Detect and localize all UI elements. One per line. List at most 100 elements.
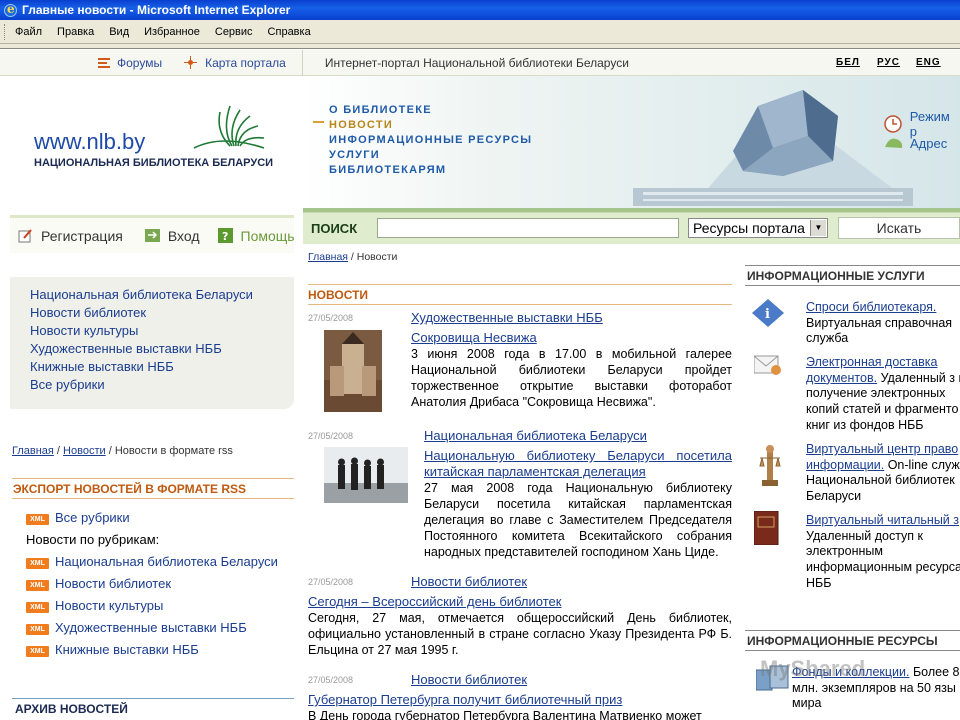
menu-help[interactable]: Справка xyxy=(268,26,311,38)
info-resources-title: ИНФОРМАЦИОННЫЕ РЕСУРСЫ xyxy=(747,634,938,648)
news-text: 27 мая 2008 года Национальную библиотеку… xyxy=(424,481,732,559)
news-rubric-link[interactable]: Художественные выставки НББ xyxy=(411,310,603,325)
news-date: 27/05/2008 xyxy=(308,577,354,587)
list-icon xyxy=(98,58,110,68)
address-link[interactable]: Адрес xyxy=(884,135,947,151)
info-service-item: Виртуальный центр право информации. On-l… xyxy=(806,442,960,504)
rss-top-line xyxy=(12,478,294,479)
rss-all-link[interactable]: XML Все рубрики xyxy=(26,510,130,525)
rss-by-rubric-label: Новости по рубрикам: xyxy=(26,532,160,547)
window-title: Главные новости - Microsoft Internet Exp… xyxy=(22,3,291,17)
nav-librarians[interactable]: БИБЛИОТЕКАРЯМ xyxy=(329,164,446,176)
nav-news[interactable]: НОВОСТИ xyxy=(329,119,393,131)
rubric-item[interactable]: Новости библиотек xyxy=(30,305,146,320)
rss-title: ЭКСПОРТ НОВОСТЕЙ В ФОРМАТЕ RSS xyxy=(13,482,247,496)
breadcrumb-home[interactable]: Главная xyxy=(308,251,348,263)
lang-rus[interactable]: РУС xyxy=(877,57,900,68)
search-label: ПОИСК xyxy=(311,221,358,236)
breadcrumb-current: Новости в формате rss xyxy=(114,445,233,457)
rss-feed-link[interactable]: XML Новости библиотек xyxy=(26,576,171,591)
help-link[interactable]: ? Помощь xyxy=(217,228,295,244)
news-headline-link[interactable]: Сегодня – Всероссийский день библиотек xyxy=(308,594,561,609)
rss-feed-link[interactable]: XML Национальная библиотека Беларуси xyxy=(26,554,278,569)
menu-favorites[interactable]: Избранное xyxy=(144,26,200,38)
breadcrumb-home[interactable]: Главная xyxy=(12,445,54,457)
pencil-icon xyxy=(18,229,32,243)
rubric-item[interactable]: Книжные выставки НББ xyxy=(30,359,174,374)
lang-bel[interactable]: БЕЛ xyxy=(836,57,860,68)
news-rubric-link[interactable]: Новости библиотек xyxy=(411,672,527,687)
virtual-reading-room-link[interactable]: Виртуальный читальный з xyxy=(806,513,959,527)
rubric-item[interactable]: Все рубрики xyxy=(30,377,105,392)
sitemap-link[interactable]: Карта портала xyxy=(184,56,286,70)
info-services-title: ИНФОРМАЦИОННЫЕ УСЛУГИ xyxy=(747,269,925,283)
lang-eng[interactable]: ENG xyxy=(916,57,941,68)
info-service-item: Спроси библиотекаря. Виртуальная справоч… xyxy=(806,300,953,346)
sitemap-icon xyxy=(184,56,198,69)
portal-topbar: Форумы Карта портала Интернет-портал Нац… xyxy=(0,49,960,76)
info-resources-top-line xyxy=(745,630,960,631)
nav-active-marker xyxy=(313,121,324,123)
register-link[interactable]: Регистрация xyxy=(18,228,123,244)
news-rubric-link[interactable]: Новости библиотек xyxy=(411,574,527,589)
menu-bar: Файл Правка Вид Избранное Сервис Справка xyxy=(0,20,960,44)
rubric-item[interactable]: Художественные выставки НББ xyxy=(30,341,222,356)
nesvizh-castle-photo[interactable] xyxy=(324,330,382,412)
xml-badge-icon: XML xyxy=(26,514,49,525)
news-text: Сегодня, 27 мая, отмечается общероссийск… xyxy=(308,611,732,657)
search-scope-select[interactable]: Ресурсы портала ▼ xyxy=(688,218,828,238)
logo-url[interactable]: www.nlb.by xyxy=(34,129,145,155)
news-headline-link[interactable]: Сокровища Несвижа xyxy=(411,330,537,345)
rubric-list: Национальная библиотека Беларуси Новости… xyxy=(10,277,294,409)
menu-file[interactable]: Файл xyxy=(15,26,42,38)
open-book-logo-icon xyxy=(193,105,265,149)
rss-feed-link[interactable]: XML Новости культуры xyxy=(26,598,163,613)
ie-icon xyxy=(4,2,17,17)
xml-badge-icon: XML xyxy=(26,624,49,635)
envelope-icon xyxy=(754,355,781,375)
window-titlebar: Главные новости - Microsoft Internet Exp… xyxy=(0,0,960,20)
rss-feed-link[interactable]: XML Книжные выставки НББ xyxy=(26,642,199,657)
info-services-bottom-line xyxy=(745,285,960,286)
help-icon: ? xyxy=(217,228,233,243)
news-bottom-line xyxy=(308,304,732,305)
xml-badge-icon: XML xyxy=(26,646,49,657)
breadcrumb-news[interactable]: Новости xyxy=(63,445,106,457)
nav-about[interactable]: О БИБЛИОТЕКЕ xyxy=(329,104,432,116)
search-input[interactable] xyxy=(377,218,679,238)
news-headline-link[interactable]: Губернатор Петербурга получит библиотечн… xyxy=(308,692,622,707)
menu-tools[interactable]: Сервис xyxy=(215,26,253,38)
left-breadcrumb: Главная / Новости / Новости в формате rs… xyxy=(12,445,233,457)
search-button[interactable]: Искать xyxy=(838,217,960,239)
main-breadcrumb: Главная / Новости xyxy=(308,251,398,263)
news-headline-link[interactable]: Национальную библиотеку Беларуси посетил… xyxy=(424,448,732,480)
xml-badge-icon: XML xyxy=(26,558,49,569)
map-icon xyxy=(885,138,903,148)
login-icon xyxy=(144,229,160,242)
archive-title[interactable]: АРХИВ НОВОСТЕЙ xyxy=(15,702,128,716)
toolbar-grip xyxy=(4,23,7,40)
nav-resources[interactable]: ИНФОРМАЦИОННЫЕ РЕСУРСЫ xyxy=(329,134,532,146)
menu-edit[interactable]: Правка xyxy=(57,26,94,38)
info-service-item: Электронная доставка документов. Удаленн… xyxy=(806,355,960,432)
delegation-photo[interactable] xyxy=(324,447,408,503)
info-services-top-line xyxy=(745,265,960,266)
login-link[interactable]: Вход xyxy=(144,228,200,244)
xml-badge-icon: XML xyxy=(26,580,49,591)
rubric-item[interactable]: Новости культуры xyxy=(30,323,138,338)
nav-services[interactable]: УСЛУГИ xyxy=(329,149,380,161)
portal-title: Интернет-портал Национальной библиотеки … xyxy=(324,55,629,70)
svg-text:?: ? xyxy=(222,230,228,243)
news-rubric-link[interactable]: Национальная библиотека Беларуси xyxy=(424,428,647,443)
menu-view[interactable]: Вид xyxy=(109,26,129,38)
dropdown-arrow-icon[interactable]: ▼ xyxy=(810,220,826,236)
news-text: 3 июня 2008 года в 17.00 в мобильной гал… xyxy=(411,347,732,409)
svg-text:i: i xyxy=(765,307,770,322)
archive-line xyxy=(12,698,294,699)
rss-bottom-line xyxy=(12,498,294,499)
rubric-item[interactable]: Национальная библиотека Беларуси xyxy=(30,287,253,302)
forums-link[interactable]: Форумы xyxy=(98,56,162,70)
ask-librarian-link[interactable]: Спроси библиотекаря. xyxy=(806,300,936,314)
news-section-title: НОВОСТИ xyxy=(308,288,369,302)
rss-feed-link[interactable]: XML Художественные выставки НББ xyxy=(26,620,247,635)
